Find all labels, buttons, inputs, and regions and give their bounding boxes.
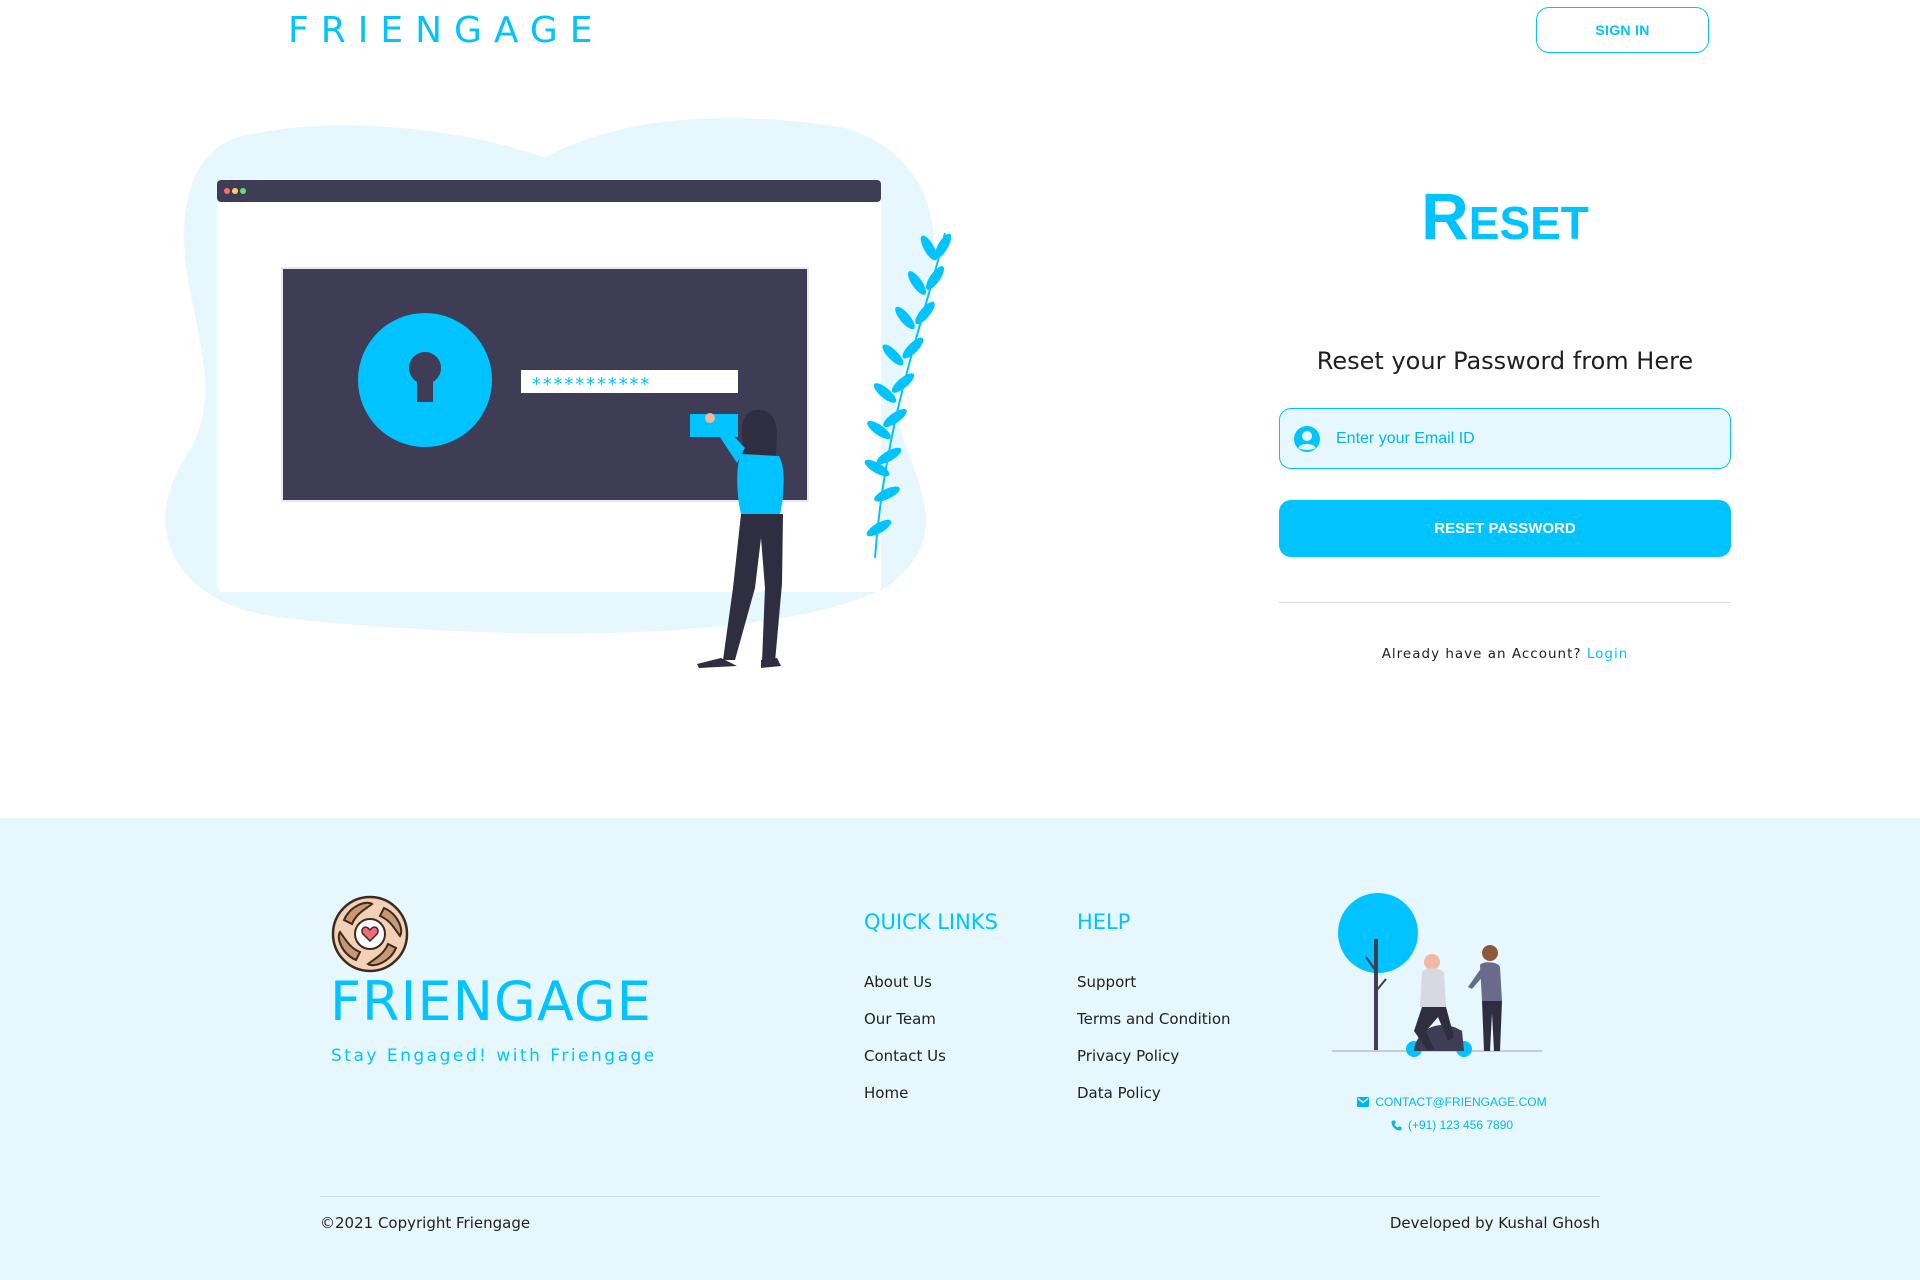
contact-phone[interactable]: (+91) 123 456 7890: [1342, 1118, 1562, 1132]
footer-divider: [320, 1196, 1600, 1197]
email-input[interactable]: [1336, 429, 1730, 448]
browser-titlebar: [217, 180, 881, 202]
footer-link-home[interactable]: Home: [864, 1084, 998, 1121]
quick-links-title: QUICK LINKS: [864, 910, 998, 934]
password-reset-illustration: ***********: [165, 118, 952, 668]
user-circle-icon: [1294, 425, 1320, 452]
brand-logo-text[interactable]: FRIENGAGE: [288, 10, 605, 51]
page-subtitle: Reset your Password from Here: [1316, 347, 1694, 375]
footer-link-about-us[interactable]: About Us: [864, 973, 998, 1010]
contact-email[interactable]: CONTACT@FRIENGAGE.COM: [1342, 1095, 1562, 1109]
footer-link-privacy-policy[interactable]: Privacy Policy: [1077, 1047, 1231, 1084]
footer-brand: FRIENGAGE: [330, 970, 652, 1033]
developer-credit: Developed by Kushal Ghosh: [1389, 1214, 1600, 1232]
footer-link-data-policy[interactable]: Data Policy: [1077, 1084, 1231, 1121]
contact-phone-text[interactable]: (+91) 123 456 7890: [1408, 1118, 1513, 1132]
mail-icon: [1357, 1097, 1370, 1107]
reset-password-button[interactable]: RESET PASSWORD: [1279, 500, 1731, 557]
contact-email-text[interactable]: CONTACT@FRIENGAGE.COM: [1375, 1095, 1546, 1109]
footer-link-our-team[interactable]: Our Team: [864, 1010, 998, 1047]
account-prompt-text: Already have an Account?: [1381, 646, 1582, 662]
password-mask: ***********: [531, 374, 650, 395]
footer-tagline: Stay Engaged! with Friengage: [331, 1046, 657, 1066]
copyright-text: ©2021 Copyright Friengage: [320, 1214, 531, 1232]
footer: FRIENGAGE Stay Engaged! with Friengage Q…: [0, 818, 1920, 1280]
email-field[interactable]: [1279, 408, 1731, 469]
login-link[interactable]: Login: [1587, 646, 1628, 662]
form-divider: [1279, 602, 1731, 603]
page-title: Reset: [1421, 179, 1589, 253]
footer-link-terms[interactable]: Terms and Condition: [1077, 1010, 1231, 1047]
quick-links-column: QUICK LINKS About Us Our Team Contact Us…: [864, 910, 998, 1121]
sign-in-button[interactable]: SIGN IN: [1536, 7, 1709, 53]
account-prompt: Already have an Account? Login: [1279, 646, 1731, 662]
help-column: HELP Support Terms and Condition Privacy…: [1077, 910, 1231, 1121]
hands-heart-logo: [331, 895, 409, 973]
friends-illustration: [1332, 893, 1542, 1057]
help-title: HELP: [1077, 910, 1131, 934]
footer-link-support[interactable]: Support: [1077, 973, 1231, 1010]
phone-icon: [1391, 1120, 1402, 1130]
footer-link-contact-us[interactable]: Contact Us: [864, 1047, 998, 1084]
